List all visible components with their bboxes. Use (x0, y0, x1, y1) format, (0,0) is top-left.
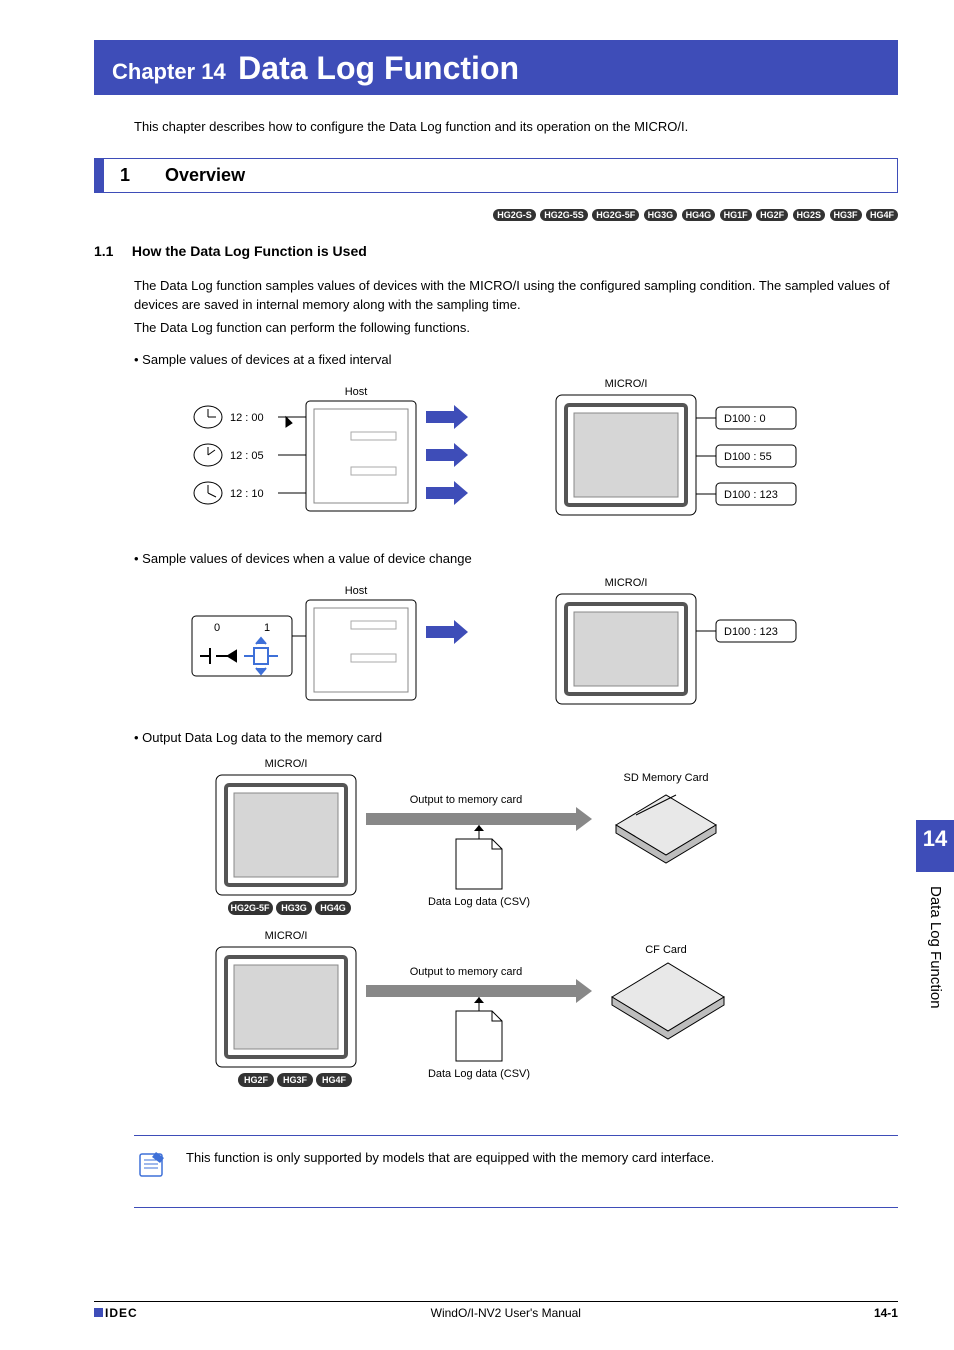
document-page: Chapter 14 Data Log Function This chapte… (0, 0, 954, 1350)
diagram-memory-card: MICRO/I HG2G-5F HG3G HG4G Output to memo… (186, 755, 806, 1115)
model-badge: HG4G (682, 209, 716, 221)
note-text: This function is only supported by model… (186, 1150, 714, 1165)
model-badge: HG2S (793, 209, 826, 221)
svg-text:12 : 00: 12 : 00 (230, 412, 264, 424)
chapter-intro: This chapter describes how to configure … (134, 119, 898, 134)
diagram-on-change: Host MICRO/I 0 1 (186, 576, 806, 716)
svg-text:Data Log data (CSV): Data Log data (CSV) (428, 1068, 530, 1080)
section-title: Overview (165, 165, 245, 185)
note-icon (138, 1150, 166, 1185)
svg-text:MICRO/I: MICRO/I (265, 930, 308, 942)
model-badge: HG4F (866, 209, 898, 221)
side-tab-label: Data Log Function (917, 880, 954, 1015)
svg-text:HG4F: HG4F (322, 1075, 347, 1085)
svg-text:Output to memory card: Output to memory card (410, 794, 523, 806)
svg-text:SD Memory Card: SD Memory Card (624, 772, 709, 784)
svg-text:D100 : 123: D100 : 123 (724, 489, 778, 501)
svg-text:HG3G: HG3G (281, 903, 307, 913)
diagram-fixed-interval: Host MICRO/I 12 : 00 12 : 05 12 : 10 (186, 377, 806, 537)
subsection-title: How the Data Log Function is Used (132, 243, 367, 259)
svg-text:MICRO/I: MICRO/I (605, 378, 648, 390)
svg-text:Host: Host (345, 585, 368, 597)
svg-text:MICRO/I: MICRO/I (605, 577, 648, 589)
page-number: 14-1 (874, 1306, 898, 1320)
subsection-heading: 1.1 How the Data Log Function is Used (94, 243, 898, 259)
model-badge: HG2G-S (493, 209, 536, 221)
section-number: 1 (120, 165, 160, 186)
model-badge: HG2F (756, 209, 788, 221)
svg-text:D100 : 123: D100 : 123 (724, 626, 778, 638)
bullet-item: Sample values of devices at a fixed inte… (134, 352, 898, 367)
svg-text:12 : 10: 12 : 10 (230, 488, 264, 500)
body-paragraph: The Data Log function can perform the fo… (134, 319, 898, 338)
section-heading-bar: 1 Overview (94, 158, 898, 193)
bullet-item: Output Data Log data to the memory card (134, 730, 898, 745)
svg-text:Data Log data (CSV): Data Log data (CSV) (428, 896, 530, 908)
svg-text:1: 1 (264, 622, 270, 634)
body-paragraph: The Data Log function samples values of … (134, 277, 898, 315)
svg-text:HG3F: HG3F (283, 1075, 308, 1085)
model-badge: HG2G-5S (540, 209, 588, 221)
svg-text:D100 : 55: D100 : 55 (724, 451, 772, 463)
model-badge: HG1F (720, 209, 752, 221)
brand-square-icon (94, 1308, 103, 1317)
side-tab: 14 (916, 820, 954, 872)
svg-text:Output to memory card: Output to memory card (410, 966, 523, 978)
model-badge: HG3G (644, 209, 678, 221)
svg-text:HG2F: HG2F (244, 1075, 269, 1085)
svg-text:0: 0 (214, 622, 220, 634)
brand-logo: IDEC (94, 1306, 138, 1320)
note-box: This function is only supported by model… (134, 1135, 898, 1208)
model-badge-row: HG2G-S HG2G-5S HG2G-5F HG3G HG4G HG1F HG… (94, 205, 898, 223)
chapter-number: Chapter 14 (112, 59, 226, 84)
svg-text:D100 : 0: D100 : 0 (724, 413, 766, 425)
page-footer: IDEC WindO/I-NV2 User's Manual 14-1 (94, 1301, 898, 1320)
svg-text:12 : 05: 12 : 05 (230, 450, 264, 462)
manual-title: WindO/I-NV2 User's Manual (431, 1306, 581, 1320)
model-badge: HG3F (830, 209, 862, 221)
svg-text:Host: Host (345, 386, 368, 398)
svg-text:MICRO/I: MICRO/I (265, 758, 308, 770)
subsection-number: 1.1 (94, 243, 128, 259)
model-badge: HG2G-5F (592, 209, 639, 221)
chapter-heading-bar: Chapter 14 Data Log Function (94, 40, 898, 95)
svg-text:HG4G: HG4G (320, 903, 346, 913)
bullet-item: Sample values of devices when a value of… (134, 551, 898, 566)
svg-text:HG2G-5F: HG2G-5F (230, 903, 270, 913)
svg-text:CF Card: CF Card (645, 944, 687, 956)
chapter-title: Data Log Function (238, 50, 519, 86)
side-tab-number: 14 (916, 826, 954, 856)
